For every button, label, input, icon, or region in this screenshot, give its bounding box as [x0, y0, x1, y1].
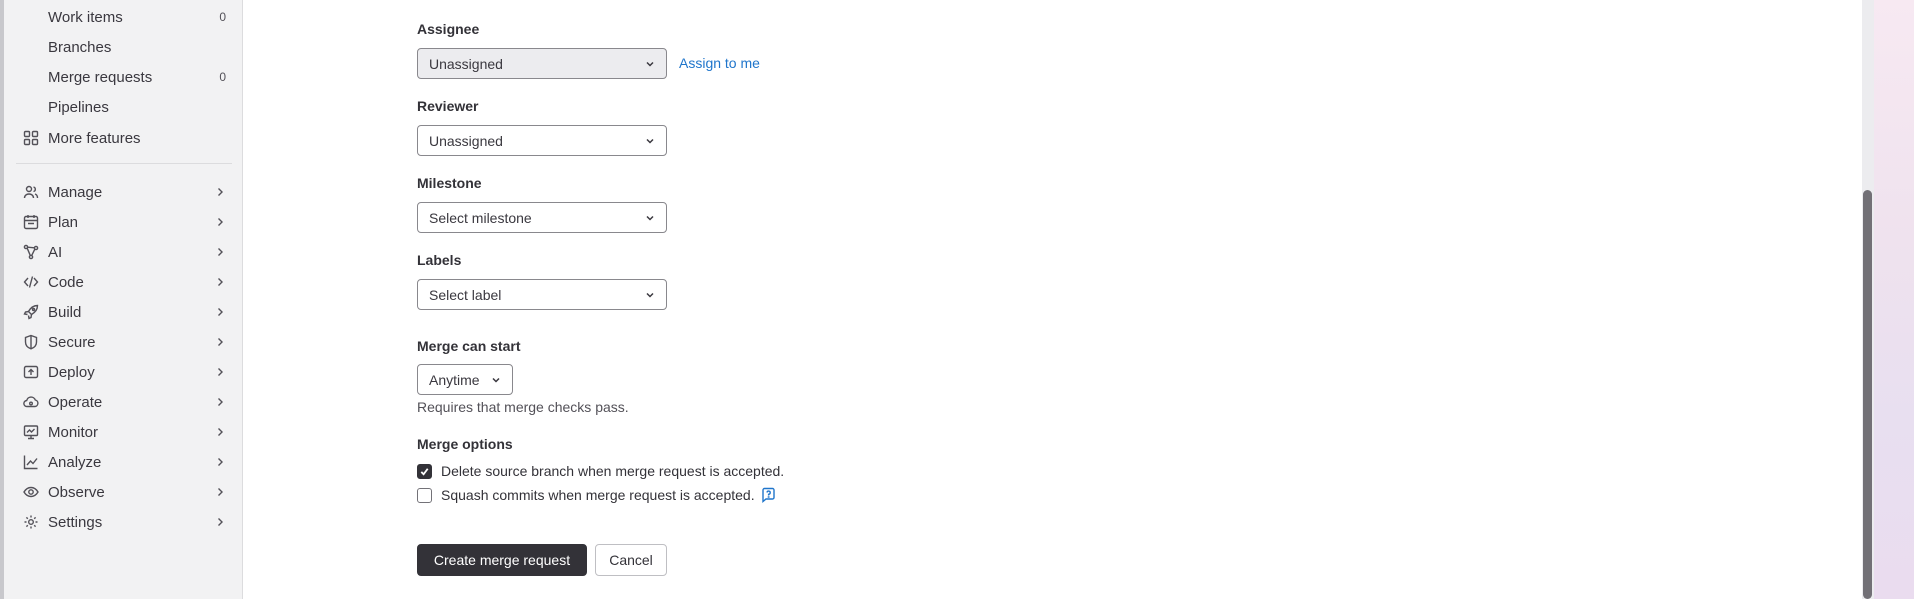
scrollbar-thumb[interactable] [1863, 190, 1872, 599]
chevron-right-icon [218, 308, 223, 316]
milestone-label: Milestone [417, 175, 482, 191]
sidebar-item-manage[interactable]: Manage [12, 178, 234, 206]
code-icon [22, 273, 40, 291]
sidebar-item-label: Manage [48, 183, 103, 201]
delete-source-branch-text: Delete source branch when merge request … [441, 463, 785, 479]
reviewer-value: Unassigned [429, 132, 503, 149]
cancel-button[interactable]: Cancel [595, 544, 667, 576]
labels-value: Select label [429, 286, 502, 303]
sidebar-item-label: Analyze [48, 453, 102, 471]
squash-commits-checkbox[interactable] [417, 487, 432, 503]
assignee-value: Unassigned [429, 55, 503, 72]
chevron-right-icon [218, 218, 223, 226]
reviewer-label: Reviewer [417, 98, 479, 114]
users-icon [22, 183, 40, 201]
sidebar-item-branches[interactable]: Branches [12, 33, 234, 61]
count-badge: 0 [219, 70, 226, 84]
chevron-down-icon [646, 61, 654, 67]
merge-can-start-dropdown[interactable]: Anytime [417, 364, 513, 395]
sidebar-item-more-features[interactable]: More features [12, 124, 234, 152]
sidebar-item-label: Monitor [48, 423, 99, 441]
chevron-right-icon [218, 248, 223, 256]
delete-source-branch-checkbox[interactable] [417, 463, 432, 479]
assignee-dropdown[interactable]: Unassigned [417, 48, 667, 79]
sidebar-item-plan[interactable]: Plan [12, 208, 234, 236]
labels-label: Labels [417, 252, 462, 268]
chevron-down-icon [646, 215, 654, 221]
ai-icon [22, 243, 40, 261]
sidebar-item-label: More features [48, 129, 141, 147]
chevron-right-icon [218, 338, 223, 346]
sidebar-item-observe[interactable]: Observe [12, 478, 234, 506]
sidebar-item-label: Code [48, 273, 84, 291]
sidebar-item-label: AI [48, 243, 63, 261]
sidebar-item-label: Plan [48, 213, 79, 231]
sidebar-item-label: Settings [48, 513, 103, 531]
sidebar-item-label: Secure [48, 333, 96, 351]
create-merge-request-button[interactable]: Create merge request [417, 544, 587, 576]
sidebar-item-build[interactable]: Build [12, 298, 234, 326]
sidebar-item-settings[interactable]: Settings [12, 508, 234, 536]
milestone-value: Select milestone [429, 209, 532, 226]
chevron-right-icon [218, 518, 223, 526]
monitor-icon [22, 423, 40, 441]
sidebar-item-label: Deploy [48, 363, 95, 381]
chevron-down-icon [646, 138, 654, 144]
merge-can-start-value: Anytime [429, 371, 480, 388]
sidebar: Work items 0 Branches Merge requests 0 P… [4, 0, 243, 599]
checkmark-icon [420, 467, 429, 476]
sidebar-item-label: Merge requests [48, 68, 153, 86]
sidebar-item-label: Operate [48, 393, 103, 411]
sidebar-item-work-items[interactable]: Work items 0 [12, 3, 234, 31]
sidebar-item-label: Build [48, 303, 82, 321]
delete-source-branch-option[interactable]: Delete source branch when merge request … [417, 462, 784, 480]
sidebar-item-label: Pipelines [48, 98, 109, 116]
right-gradient-panel [1874, 0, 1914, 599]
assignee-label: Assignee [417, 21, 480, 37]
sidebar-item-monitor[interactable]: Monitor [12, 418, 234, 446]
merge-options-label: Merge options [417, 436, 513, 452]
chevron-right-icon [218, 488, 223, 496]
chevron-right-icon [218, 398, 223, 406]
sidebar-item-label: Observe [48, 483, 105, 501]
chevron-down-icon [646, 292, 654, 298]
deploy-icon [22, 363, 40, 381]
sidebar-item-secure[interactable]: Secure [12, 328, 234, 356]
chevron-right-icon [218, 428, 223, 436]
chevron-down-icon [492, 377, 500, 383]
chevron-right-icon [218, 278, 223, 286]
sidebar-item-code[interactable]: Code [12, 268, 234, 296]
cloud-gear-icon [22, 393, 40, 411]
chevron-right-icon [218, 368, 223, 376]
calendar-icon [22, 213, 40, 231]
squash-commits-option[interactable]: Squash commits when merge request is acc… [417, 486, 776, 504]
reviewer-dropdown[interactable]: Unassigned [417, 125, 667, 156]
sidebar-item-label: Branches [48, 38, 112, 56]
gear-icon [22, 513, 40, 531]
chart-icon [22, 453, 40, 471]
sidebar-divider [16, 163, 232, 164]
labels-dropdown[interactable]: Select label [417, 279, 667, 310]
shield-icon [22, 333, 40, 351]
sidebar-item-deploy[interactable]: Deploy [12, 358, 234, 386]
eye-icon [22, 483, 40, 501]
sidebar-item-analyze[interactable]: Analyze [12, 448, 234, 476]
sidebar-item-merge-requests[interactable]: Merge requests 0 [12, 63, 234, 91]
merge-can-start-label: Merge can start [417, 338, 521, 354]
sidebar-item-label: Work items [48, 8, 123, 26]
squash-commits-text: Squash commits when merge request is acc… [441, 487, 755, 503]
merge-can-start-help: Requires that merge checks pass. [417, 399, 629, 415]
chevron-right-icon [218, 188, 223, 196]
sidebar-item-pipelines[interactable]: Pipelines [12, 93, 234, 121]
assign-to-me-link[interactable]: Assign to me [679, 55, 760, 71]
sidebar-item-operate[interactable]: Operate [12, 388, 234, 416]
count-badge: 0 [219, 10, 226, 24]
question-help-icon[interactable] [760, 487, 776, 503]
milestone-dropdown[interactable]: Select milestone [417, 202, 667, 233]
chevron-right-icon [218, 458, 223, 466]
sidebar-item-ai[interactable]: AI [12, 238, 234, 266]
grid-icon [22, 129, 40, 147]
rocket-icon [22, 303, 40, 321]
